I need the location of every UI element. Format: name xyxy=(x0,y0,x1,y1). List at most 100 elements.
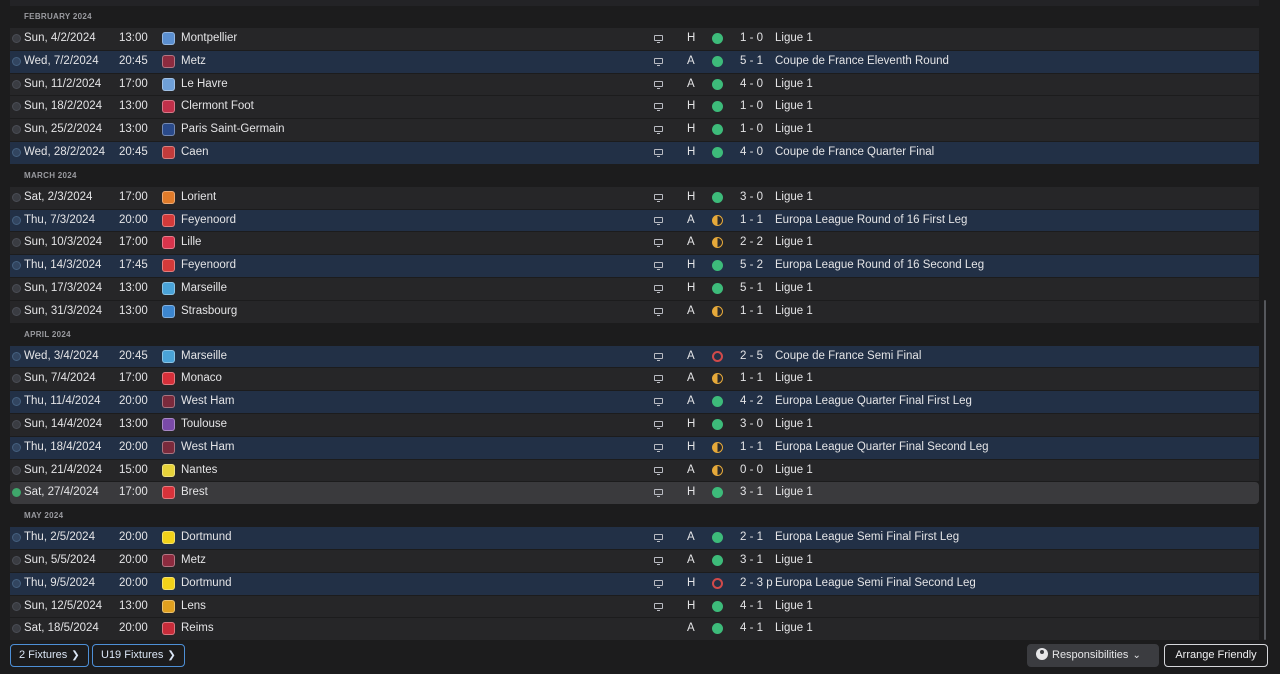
match-score[interactable]: 1 - 0 xyxy=(740,119,763,141)
competition-name[interactable]: Ligue 1 xyxy=(775,550,813,572)
fixture-row[interactable]: Sun, 21/4/2024 15:00 Nantes A 0 - 0 Ligue 1 xyxy=(10,459,1259,482)
match-score[interactable]: 1 - 0 xyxy=(740,28,763,50)
arrange-friendly-button[interactable]: Arrange Friendly xyxy=(1164,644,1268,667)
fixture-row[interactable]: Sun, 17/3/2024 13:00 Marseille H 5 - 1 Ligue … xyxy=(10,277,1259,300)
fixture-row[interactable]: Thu, 18/4/2024 20:00 West Ham H 1 - 1 Europa … xyxy=(10,436,1259,459)
match-score[interactable]: 4 - 2 xyxy=(740,391,763,413)
match-score[interactable]: 2 - 1 xyxy=(740,527,763,549)
fixture-row[interactable]: Sun, 25/2/2024 13:00 Paris Saint-Germain H 1… xyxy=(10,119,1259,141)
match-score[interactable]: 4 - 1 xyxy=(740,618,763,640)
match-score[interactable]: 4 - 1 xyxy=(740,596,763,618)
fixture-row[interactable]: Sun, 18/2/2024 13:00 Clermont Foot H 1 - 0 Li… xyxy=(10,96,1259,119)
match-score[interactable]: 3 - 1 xyxy=(740,550,763,572)
opponent-name[interactable]: Marseille xyxy=(181,278,227,300)
fixture-row[interactable]: Sat, 27/4/2024 17:00 Brest H 3 - 1 Ligue 1 xyxy=(10,482,1259,505)
competition-name[interactable]: Ligue 1 xyxy=(775,119,813,141)
opponent-name[interactable]: Paris Saint-Germain xyxy=(181,119,285,141)
fixture-row[interactable]: Sat, 18/5/2024 20:00 Reims A 4 - 1 Ligue 1 xyxy=(10,618,1259,641)
match-score[interactable]: 3 - 0 xyxy=(740,414,763,436)
match-score[interactable]: 1 - 0 xyxy=(740,96,763,118)
fixture-row[interactable]: Sat, 2/3/2024 17:00 Lorient H 3 - 0 Ligue 1 xyxy=(10,186,1259,209)
match-score[interactable]: 4 - 0 xyxy=(740,74,763,96)
fixture-row[interactable]: Sun, 7/4/2024 17:00 Monaco A 1 - 1 Ligue 1 xyxy=(10,368,1259,391)
opponent-name[interactable]: Feyenoord xyxy=(181,210,236,232)
match-score[interactable]: 2 - 5 xyxy=(740,346,763,368)
match-score[interactable]: 5 - 2 xyxy=(740,255,763,277)
opponent-name[interactable]: Reims xyxy=(181,618,214,640)
opponent-name[interactable]: Metz xyxy=(181,51,206,73)
opponent-name[interactable]: Dortmund xyxy=(181,573,232,595)
fixture-row[interactable]: Sun, 11/2/2024 17:00 Le Havre A 4 - 0 Ligue 1 xyxy=(10,73,1259,96)
match-score[interactable]: 4 - 0 xyxy=(740,142,763,164)
match-score[interactable]: 5 - 1 xyxy=(740,51,763,73)
competition-name[interactable]: Ligue 1 xyxy=(775,74,813,96)
match-score[interactable]: 2 - 3 p xyxy=(740,573,773,595)
competition-name[interactable]: Ligue 1 xyxy=(775,596,813,618)
competition-name[interactable]: Ligue 1 xyxy=(775,28,813,50)
competition-name[interactable]: Ligue 1 xyxy=(775,232,813,254)
fixture-row[interactable]: Wed, 28/2/2024 20:45 Caen H 4 - 0 Coupe de Fr… xyxy=(10,141,1259,164)
competition-name[interactable]: Ligue 1 xyxy=(775,368,813,390)
opponent-name[interactable]: West Ham xyxy=(181,437,234,459)
competition-name[interactable]: Coupe de France Eleventh Round xyxy=(775,51,949,73)
responsibilities-dropdown[interactable]: Responsibilities ⌄ xyxy=(1027,644,1159,667)
competition-name[interactable]: Ligue 1 xyxy=(775,96,813,118)
competition-name[interactable]: Europa League Round of 16 First Leg xyxy=(775,210,967,232)
opponent-name[interactable]: Dortmund xyxy=(181,527,232,549)
fixtures-2-button[interactable]: 2 Fixtures ❯ xyxy=(10,644,89,667)
fixture-row[interactable]: Thu, 9/5/2024 20:00 Dortmund H 2 - 3 p Europa… xyxy=(10,572,1259,595)
competition-name[interactable]: Europa League Semi Final Second Leg xyxy=(775,573,976,595)
competition-name[interactable]: Ligue 1 xyxy=(775,414,813,436)
match-score[interactable]: 1 - 1 xyxy=(740,210,763,232)
competition-name[interactable]: Ligue 1 xyxy=(775,278,813,300)
fixture-row[interactable]: Sun, 31/3/2024 13:00 Strasbourg A 1 - 1 Ligue… xyxy=(10,300,1259,323)
competition-name[interactable]: Europa League Quarter Final First Leg xyxy=(775,391,972,413)
fixture-row[interactable]: Sun, 10/3/2024 17:00 Lille A 2 - 2 Ligue 1 xyxy=(10,232,1259,255)
fixture-row[interactable]: Thu, 14/3/2024 17:45 Feyenoord H 5 - 2 Europa… xyxy=(10,255,1259,277)
fixture-row[interactable]: Thu, 11/4/2024 20:00 West Ham A 4 - 2 Europa … xyxy=(10,391,1259,413)
competition-name[interactable]: Coupe de France Semi Final xyxy=(775,346,921,368)
opponent-name[interactable]: Lille xyxy=(181,232,201,254)
match-score[interactable]: 0 - 0 xyxy=(740,460,763,482)
opponent-name[interactable]: Marseille xyxy=(181,346,227,368)
competition-name[interactable]: Coupe de France Quarter Final xyxy=(775,142,934,164)
fixture-row[interactable]: Wed, 7/2/2024 20:45 Metz A 5 - 1 Coupe de Fra… xyxy=(10,50,1259,73)
competition-name[interactable]: Ligue 1 xyxy=(775,482,813,504)
fixture-row[interactable]: Wed, 3/4/2024 20:45 Marseille A 2 - 5 Coupe d… xyxy=(10,345,1259,368)
match-score[interactable]: 1 - 1 xyxy=(740,368,763,390)
match-score[interactable]: 1 - 1 xyxy=(740,301,763,323)
opponent-name[interactable]: Caen xyxy=(181,142,209,164)
opponent-name[interactable]: Strasbourg xyxy=(181,301,237,323)
fixture-row[interactable]: Thu, 2/5/2024 20:00 Dortmund A 2 - 1 Europa L… xyxy=(10,527,1259,549)
fixture-row[interactable]: Thu, 7/3/2024 20:00 Feyenoord A 1 - 1 Europa … xyxy=(10,209,1259,232)
competition-name[interactable]: Europa League Semi Final First Leg xyxy=(775,527,959,549)
opponent-name[interactable]: Clermont Foot xyxy=(181,96,254,118)
opponent-name[interactable]: Toulouse xyxy=(181,414,227,436)
fixture-row[interactable]: Sun, 12/5/2024 13:00 Lens H 4 - 1 Ligue 1 xyxy=(10,595,1259,618)
opponent-name[interactable]: Montpellier xyxy=(181,28,237,50)
match-score[interactable]: 3 - 0 xyxy=(740,187,763,209)
fixture-row[interactable]: Sun, 5/5/2024 20:00 Metz A 3 - 1 Ligue 1 xyxy=(10,549,1259,572)
match-score[interactable]: 2 - 2 xyxy=(740,232,763,254)
opponent-name[interactable]: Lorient xyxy=(181,187,216,209)
fixture-row[interactable]: Sun, 14/4/2024 13:00 Toulouse H 3 - 0 Ligue 1 xyxy=(10,413,1259,436)
competition-name[interactable]: Ligue 1 xyxy=(775,618,813,640)
opponent-name[interactable]: Brest xyxy=(181,482,208,504)
opponent-name[interactable]: Nantes xyxy=(181,460,217,482)
u19-fixtures-button[interactable]: U19 Fixtures ❯ xyxy=(92,644,185,667)
opponent-name[interactable]: Metz xyxy=(181,550,206,572)
match-score[interactable]: 3 - 1 xyxy=(740,482,763,504)
scrollbar[interactable] xyxy=(1264,300,1266,640)
competition-name[interactable]: Ligue 1 xyxy=(775,460,813,482)
match-score[interactable]: 1 - 1 xyxy=(740,437,763,459)
competition-name[interactable]: Ligue 1 xyxy=(775,301,813,323)
opponent-name[interactable]: West Ham xyxy=(181,391,234,413)
opponent-name[interactable]: Le Havre xyxy=(181,74,228,96)
opponent-name[interactable]: Lens xyxy=(181,596,206,618)
competition-name[interactable]: Europa League Quarter Final Second Leg xyxy=(775,437,989,459)
competition-name[interactable]: Ligue 1 xyxy=(775,187,813,209)
match-score[interactable]: 5 - 1 xyxy=(740,278,763,300)
fixture-row[interactable]: Sun, 4/2/2024 13:00 Montpellier H 1 - 0 Ligue… xyxy=(10,28,1259,50)
competition-name[interactable]: Europa League Round of 16 Second Leg xyxy=(775,255,984,277)
opponent-name[interactable]: Feyenoord xyxy=(181,255,236,277)
